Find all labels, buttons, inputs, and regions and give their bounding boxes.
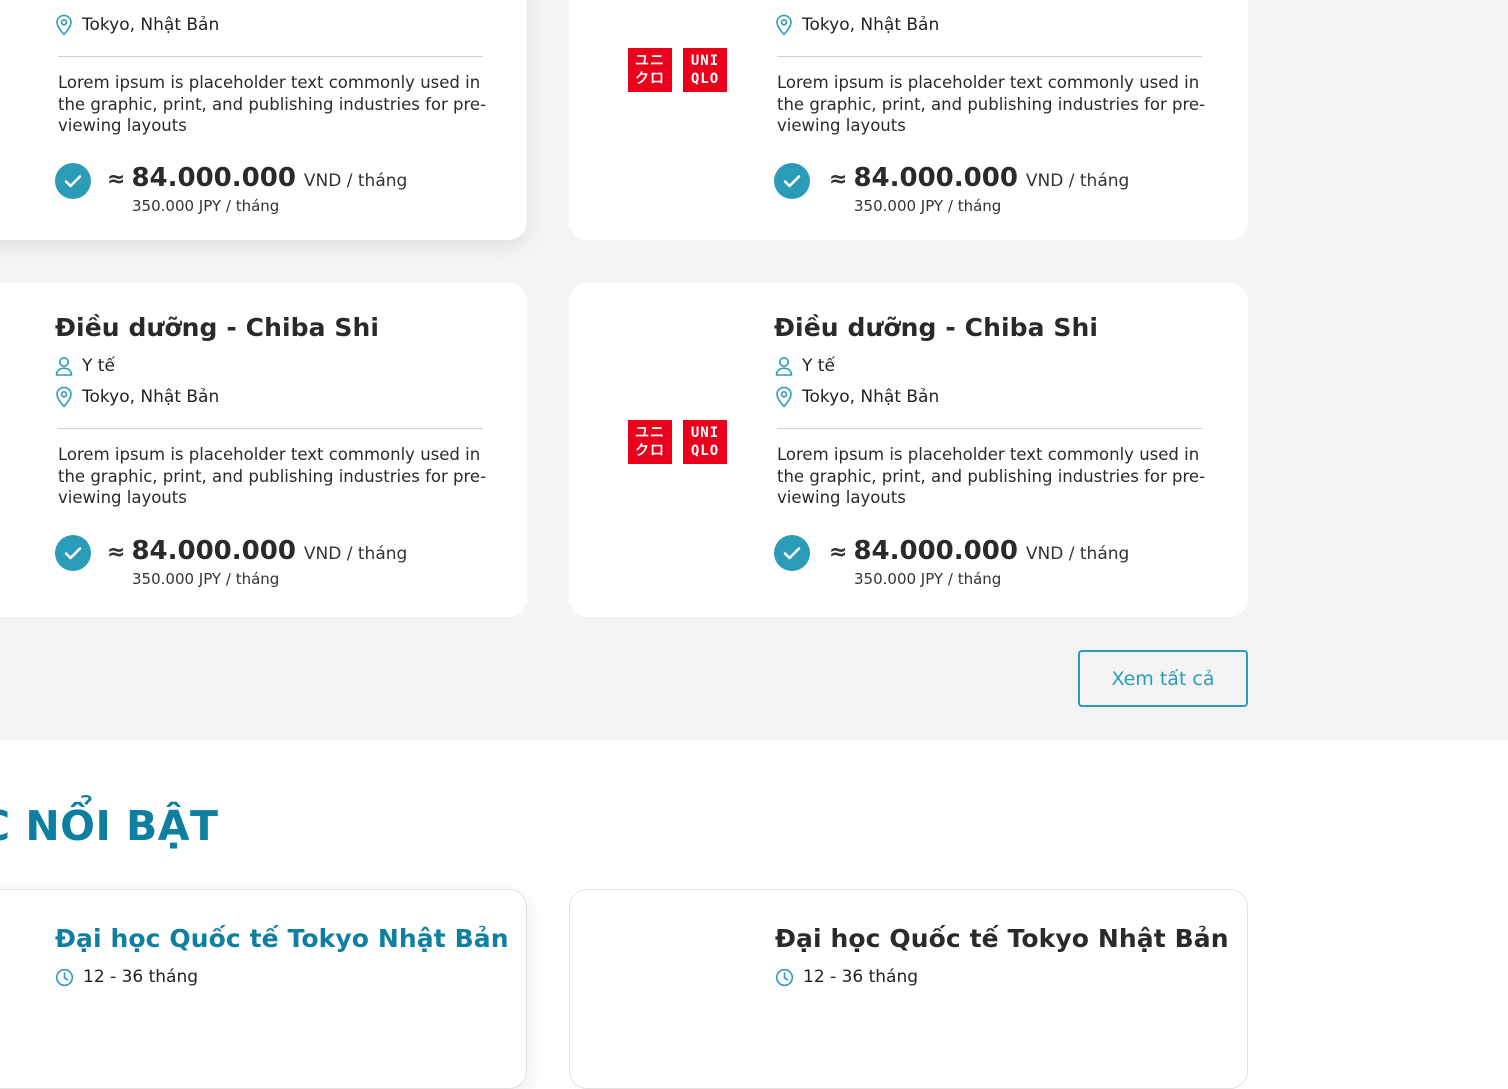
uniqlo-logo: ユニ クロ UNI QLO bbox=[628, 420, 727, 464]
job-location: Tokyo, Nhật Bản bbox=[55, 386, 219, 408]
school-title[interactable]: Đại học Quốc tế Tokyo Nhật Bản bbox=[55, 924, 509, 953]
logo-block-latin: UNI QLO bbox=[683, 420, 727, 464]
section-title: C NỔI BẬT bbox=[0, 802, 219, 850]
job-description: Lorem ipsum is placeholder text commonly… bbox=[777, 73, 1206, 135]
logo-block-katakana: ユニ クロ bbox=[628, 48, 672, 92]
user-icon bbox=[775, 357, 793, 376]
approx-sign: ≈ bbox=[829, 540, 848, 565]
user-icon bbox=[55, 357, 73, 376]
job-location: Tokyo, Nhật Bản bbox=[55, 14, 219, 36]
location-pin-icon bbox=[56, 14, 72, 36]
salary-unit: VND / tháng bbox=[303, 544, 408, 564]
divider bbox=[58, 56, 483, 57]
salary-jpy: 350.000 JPY / tháng bbox=[854, 197, 1002, 215]
job-location: Tokyo, Nhật Bản bbox=[775, 14, 939, 36]
job-description: Lorem ipsum is placeholder text commonly… bbox=[777, 445, 1206, 507]
job-title[interactable]: Điều dưỡng - Chiba Shi bbox=[774, 313, 1098, 342]
salary-jpy: 350.000 JPY / tháng bbox=[132, 197, 280, 215]
salary-jpy: 350.000 JPY / tháng bbox=[854, 570, 1002, 588]
salary-unit: VND / tháng bbox=[303, 171, 408, 191]
school-card[interactable] bbox=[0, 889, 527, 1089]
job-category: Y tế bbox=[775, 356, 835, 376]
school-title[interactable]: Đại học Quốc tế Tokyo Nhật Bản bbox=[775, 924, 1229, 953]
job-title[interactable]: Điều dưỡng - Chiba Shi bbox=[55, 313, 379, 342]
check-circle-icon bbox=[774, 535, 810, 571]
job-salary: ≈84.000.000 VND / tháng bbox=[829, 163, 1129, 193]
clock-icon bbox=[55, 968, 74, 986]
school-card[interactable] bbox=[569, 889, 1248, 1089]
location-pin-icon bbox=[56, 386, 72, 408]
job-location: Tokyo, Nhật Bản bbox=[775, 386, 939, 408]
approx-sign: ≈ bbox=[107, 540, 126, 565]
check-circle-icon bbox=[774, 163, 810, 199]
location-pin-icon bbox=[776, 386, 792, 408]
logo-block-katakana: ユニ クロ bbox=[628, 420, 672, 464]
school-duration: 12 - 36 tháng bbox=[55, 967, 198, 987]
salary-amount: 84.000.000 bbox=[131, 536, 296, 566]
job-salary: ≈84.000.000 VND / tháng bbox=[829, 536, 1129, 566]
divider bbox=[777, 56, 1202, 57]
check-circle-icon bbox=[55, 163, 91, 199]
school-duration: 12 - 36 tháng bbox=[775, 967, 918, 987]
job-description: Lorem ipsum is placeholder text commonly… bbox=[58, 73, 487, 135]
location-pin-icon bbox=[776, 14, 792, 36]
job-salary: ≈84.000.000 VND / tháng bbox=[107, 536, 407, 566]
clock-icon bbox=[775, 968, 794, 986]
view-all-button[interactable]: Xem tất cả bbox=[1078, 650, 1248, 707]
job-category: Y tế bbox=[55, 356, 115, 376]
salary-amount: 84.000.000 bbox=[853, 536, 1018, 566]
salary-jpy: 350.000 JPY / tháng bbox=[132, 570, 280, 588]
approx-sign: ≈ bbox=[107, 167, 126, 192]
divider bbox=[58, 428, 483, 429]
salary-amount: 84.000.000 bbox=[131, 163, 296, 193]
divider bbox=[777, 428, 1202, 429]
check-circle-icon bbox=[55, 535, 91, 571]
salary-amount: 84.000.000 bbox=[853, 163, 1018, 193]
job-salary: ≈84.000.000 VND / tháng bbox=[107, 163, 407, 193]
uniqlo-logo: ユニ クロ UNI QLO bbox=[628, 48, 727, 92]
logo-block-latin: UNI QLO bbox=[683, 48, 727, 92]
salary-unit: VND / tháng bbox=[1025, 544, 1130, 564]
salary-unit: VND / tháng bbox=[1025, 171, 1130, 191]
job-description: Lorem ipsum is placeholder text commonly… bbox=[58, 445, 487, 507]
approx-sign: ≈ bbox=[829, 167, 848, 192]
